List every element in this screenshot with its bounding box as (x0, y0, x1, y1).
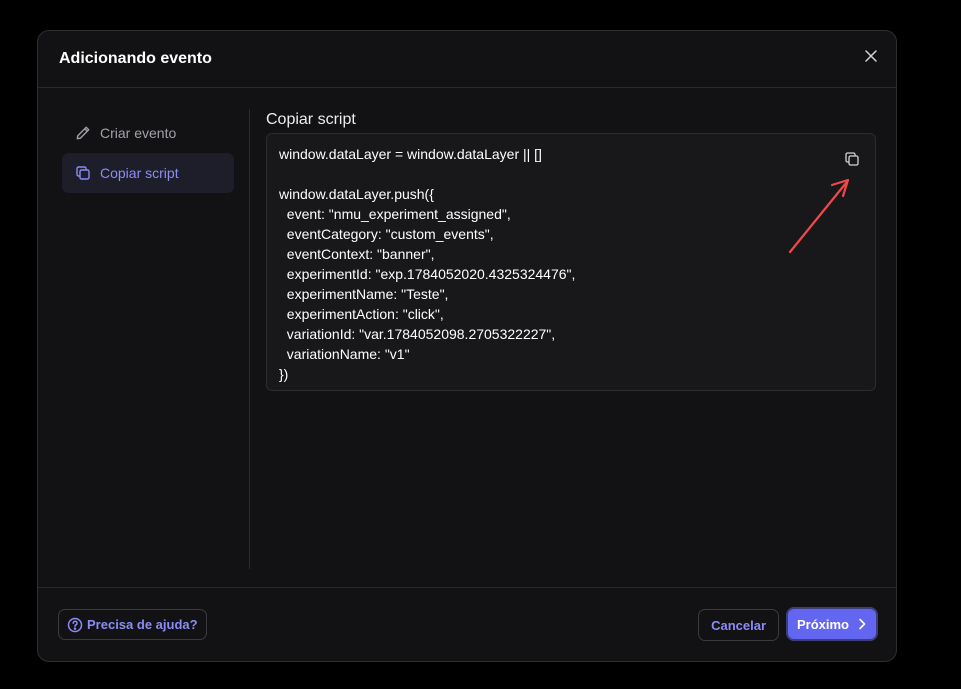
code-line: variationId: "var.1784052098.2705322227"… (279, 326, 556, 342)
vertical-divider (249, 109, 250, 569)
code-line: variationName: "v1" (279, 346, 410, 362)
close-button[interactable] (862, 47, 880, 65)
next-button-label: Próximo (796, 616, 849, 632)
help-button[interactable]: Precisa de ajuda? (58, 609, 207, 640)
help-button-label: Precisa de ajuda? (87, 617, 198, 632)
annotation-arrow-icon (788, 178, 850, 254)
code-line: }) (279, 366, 289, 382)
code-line: window.dataLayer = window.dataLayer || [… (279, 146, 542, 162)
pencil-icon (75, 125, 91, 141)
cancel-button-label: Cancelar (711, 617, 766, 633)
copy-script-button[interactable] (843, 150, 861, 168)
code-line: experimentId: "exp.1784052020.4325324476… (279, 266, 576, 282)
question-circle-icon (67, 617, 83, 633)
next-button[interactable]: Próximo (785, 607, 878, 641)
close-icon (865, 50, 877, 62)
modal-title: Adicionando evento (59, 50, 212, 67)
modal-footer: Precisa de ajuda? Cancelar Próximo (38, 587, 896, 661)
chevron-right-icon (857, 618, 867, 630)
code-line: event: "nmu_experiment_assigned", (279, 206, 511, 222)
code-line: experimentName: "Teste", (279, 286, 449, 302)
code-line: experimentAction: "click", (279, 306, 444, 322)
code-block[interactable]: window.dataLayer = window.dataLayer || [… (266, 133, 876, 391)
sidebar-item-copiar-script[interactable]: Copiar script (62, 153, 234, 193)
code-line: eventContext: "banner", (279, 246, 435, 262)
modal-dialog: Adicionando evento Criar evento Copiar s… (37, 30, 897, 662)
steps-sidebar: Criar evento Copiar script (62, 113, 234, 193)
sidebar-item-criar-evento[interactable]: Criar evento (62, 113, 234, 153)
sidebar-item-label: Criar evento (100, 125, 177, 141)
code-line: window.dataLayer.push({ (279, 186, 434, 202)
copy-icon (845, 152, 859, 166)
cancel-button[interactable]: Cancelar (698, 609, 779, 641)
copy-icon (75, 165, 91, 181)
modal-header: Adicionando evento (38, 31, 896, 88)
section-title: Copiar script (266, 111, 356, 128)
sidebar-item-label: Copiar script (100, 165, 179, 181)
code-line: eventCategory: "custom_events", (279, 226, 494, 242)
